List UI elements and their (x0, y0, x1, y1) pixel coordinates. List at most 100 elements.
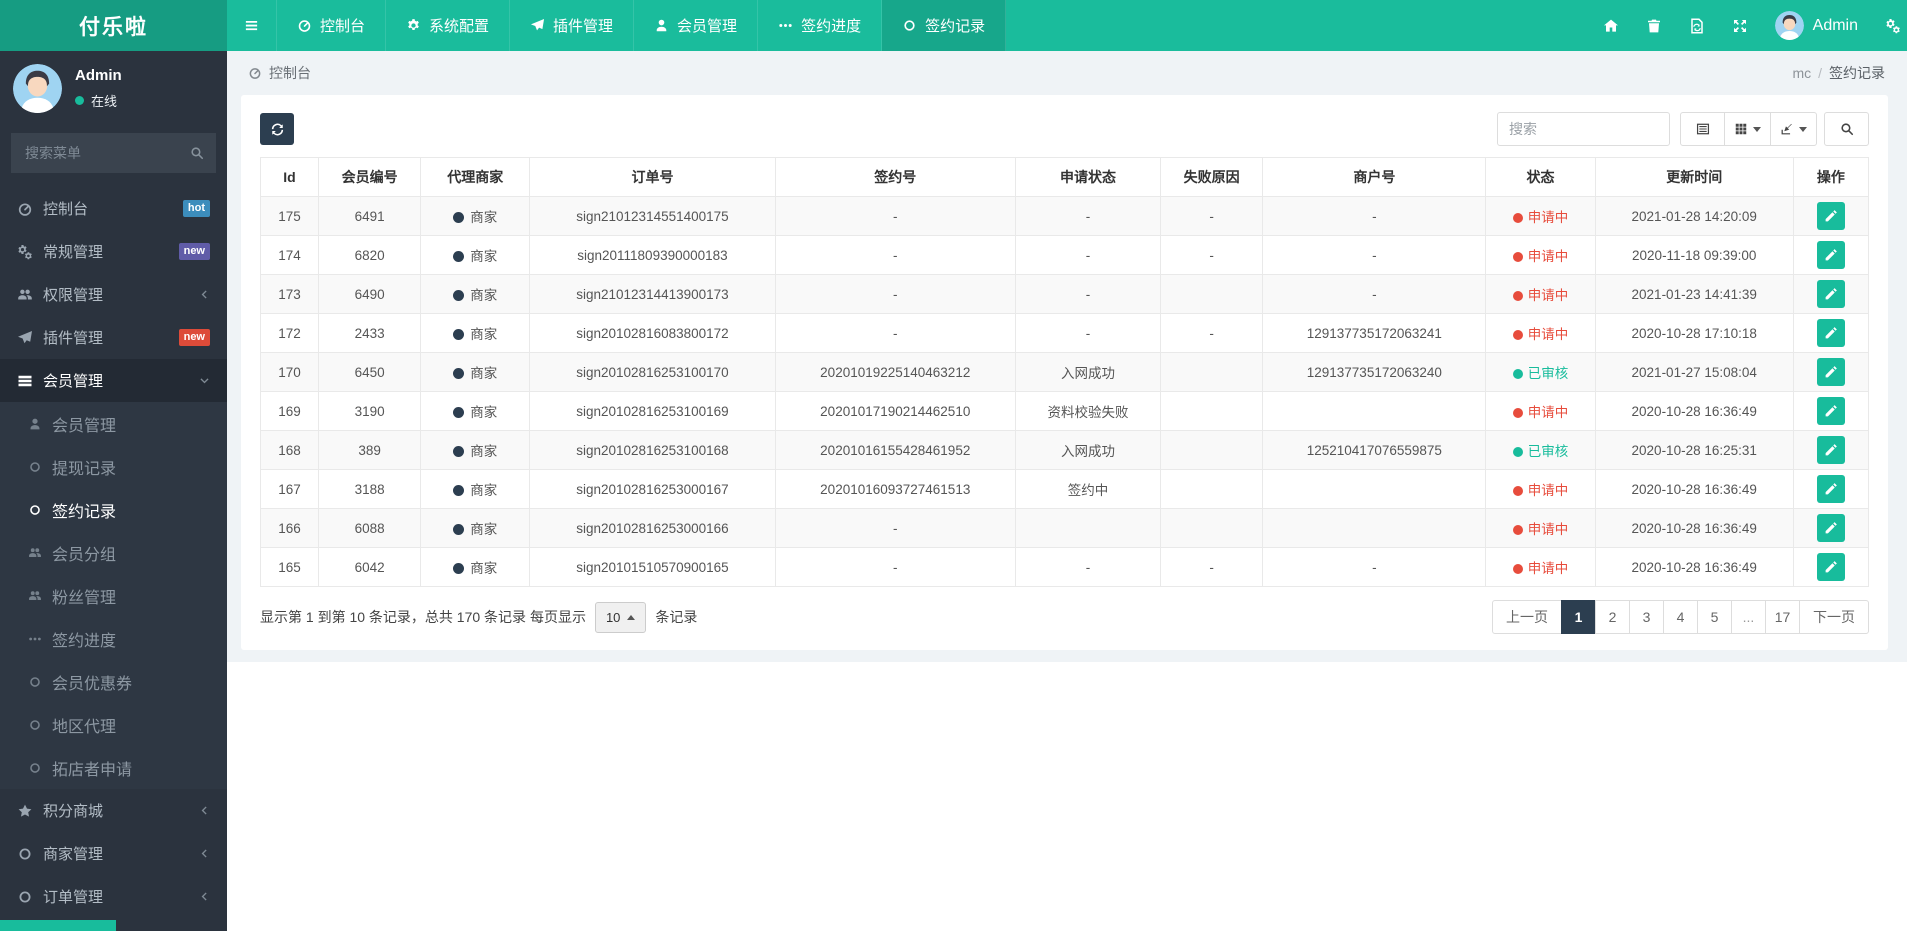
sidebar-item-member-coupons[interactable]: 会员优惠券 (0, 660, 227, 703)
cell-member-no: 3190 (318, 391, 422, 431)
nav-item-sign-records[interactable]: 签约记录 (882, 0, 1007, 51)
admin-menu[interactable]: Admin (1775, 11, 1858, 40)
page-size-select[interactable]: 10 (594, 601, 647, 633)
edit-button[interactable] (1816, 475, 1845, 503)
prev-page-button[interactable]: 上一页 (1492, 600, 1562, 634)
search-button[interactable] (1824, 112, 1869, 146)
sidebar-item-fans-manage[interactable]: 粉丝管理 (0, 574, 227, 617)
table-row[interactable]: 175 6491 商家 sign21012314551400175 - - - … (259, 196, 1870, 236)
nav-item-dashboard[interactable]: 控制台 (277, 0, 387, 51)
sidebar-item-label: 签约记录 (52, 503, 117, 521)
agent-dot-icon (453, 368, 465, 379)
col-sign-no[interactable]: 签约号 (774, 157, 1016, 197)
col-apply-status[interactable]: 申请状态 (1014, 157, 1162, 197)
menu-search-input[interactable] (23, 144, 182, 162)
export-button[interactable] (1770, 112, 1817, 146)
table-row[interactable]: 169 3190 商家 sign20102816253100169 202010… (259, 391, 1870, 431)
next-page-button[interactable]: 下一页 (1799, 600, 1869, 634)
gears-icon[interactable] (1885, 18, 1901, 34)
home-icon[interactable] (1603, 18, 1619, 34)
col-fail-reason[interactable]: 失败原因 (1160, 157, 1264, 197)
page-button-5[interactable]: 5 (1697, 600, 1732, 634)
table-row[interactable]: 168 389 商家 sign20102816253100168 2020101… (259, 430, 1870, 470)
breadcrumb-root[interactable]: mc (1792, 65, 1811, 81)
detail-view-button[interactable] (1680, 112, 1725, 146)
breadcrumb-title[interactable]: 控制台 (269, 63, 311, 83)
col-updated[interactable]: 更新时间 (1594, 157, 1794, 197)
sidebar: Admin 在线 控制台 hot 常规管理 new 权限管理 插件管理 new 会员管… (0, 51, 227, 931)
edit-button[interactable] (1816, 358, 1845, 386)
sidebar-item-region-agent[interactable]: 地区代理 (0, 703, 227, 746)
refresh-button[interactable] (260, 113, 294, 145)
sidebar-item-withdraw-records[interactable]: 提现记录 (0, 445, 227, 488)
nav-item-member-manage[interactable]: 会员管理 (634, 0, 759, 51)
table-toolbar (260, 112, 1869, 146)
sidebar-item-order-manage[interactable]: 订单管理 (0, 875, 227, 918)
sidebar-item-shop-developer-apply[interactable]: 拓店者申请 (0, 746, 227, 789)
table-search-input[interactable] (1497, 112, 1670, 146)
table-row[interactable]: 172 2433 商家 sign20102816083800172 - - - … (259, 313, 1870, 353)
table-row[interactable]: 166 6088 商家 sign20102816253000166 - 申请中 … (259, 508, 1870, 548)
export-icon (1780, 122, 1794, 136)
nav-item-system-config[interactable]: 系统配置 (386, 0, 511, 51)
cell-apply-status (1014, 508, 1162, 548)
expand-icon[interactable] (1732, 18, 1748, 34)
nav-item-sign-progress[interactable]: 签约进度 (758, 0, 883, 51)
edit-button[interactable] (1816, 319, 1845, 347)
brand-logo[interactable]: 付乐啦 (0, 0, 227, 51)
sidebar-item-member-manage-sub[interactable]: 会员管理 (0, 402, 227, 445)
summary-text: 显示第 1 到第 10 条记录，总共 170 条记录 每页显示 (260, 609, 586, 625)
sidebar-item-label: 权限管理 (43, 287, 104, 304)
sidebar-item-permission-manage[interactable]: 权限管理 (0, 273, 227, 316)
circle-icon (28, 460, 42, 474)
edit-button[interactable] (1816, 436, 1845, 464)
file-refresh-icon[interactable] (1689, 18, 1705, 34)
edit-button[interactable] (1816, 514, 1845, 542)
sidebar-item-sign-progress[interactable]: 签约进度 (0, 617, 227, 660)
columns-button[interactable] (1724, 112, 1771, 146)
sidebar-item-sign-records[interactable]: 签约记录 (0, 488, 227, 531)
page-button-3[interactable]: 3 (1629, 600, 1664, 634)
edit-button[interactable] (1816, 397, 1845, 425)
cell-member-no: 6042 (318, 547, 422, 587)
page-button-1[interactable]: 1 (1561, 600, 1596, 634)
sidebar-toggle-button[interactable] (227, 0, 277, 51)
nav-item-plugin-manage[interactable]: 插件管理 (510, 0, 635, 51)
col-id[interactable]: Id (259, 157, 320, 197)
sidebar-item-merchant-manage[interactable]: 商家管理 (0, 832, 227, 875)
col-order-no[interactable]: 订单号 (529, 157, 776, 197)
page-button-4[interactable]: 4 (1663, 600, 1698, 634)
table-row[interactable]: 174 6820 商家 sign20111809390000183 - - - … (259, 235, 1870, 275)
page-button-2[interactable]: 2 (1595, 600, 1630, 634)
col-merchant-no[interactable]: 商户号 (1262, 157, 1487, 197)
agent-dot-icon (453, 446, 465, 457)
sidebar-item-plugin-manage[interactable]: 插件管理 new (0, 316, 227, 359)
col-member-no[interactable]: 会员编号 (318, 157, 422, 197)
table-header-row: Id 会员编号 代理商家 订单号 签约号 申请状态 失败原因 商户号 状态 更新… (259, 157, 1870, 197)
sidebar-item-member-manage[interactable]: 会员管理 (0, 359, 227, 402)
sidebar-item-dashboard[interactable]: 控制台 hot (0, 187, 227, 230)
cell-order-no: sign20101510570900165 (529, 547, 776, 587)
edit-button[interactable] (1816, 202, 1845, 230)
table-row[interactable]: 165 6042 商家 sign20101510570900165 - - - … (259, 547, 1870, 587)
sidebar-item-label: 会员分组 (52, 546, 117, 564)
sidebar-item-member-groups[interactable]: 会员分组 (0, 531, 227, 574)
col-agent[interactable]: 代理商家 (420, 157, 531, 197)
cell-fail-reason (1160, 469, 1264, 509)
sidebar-item-points-mall[interactable]: 积分商城 (0, 789, 227, 832)
table-row[interactable]: 170 6450 商家 sign20102816253100170 202010… (259, 352, 1870, 392)
status-dot-icon (1512, 252, 1523, 262)
table-row[interactable]: 173 6490 商家 sign21012314413900173 - - - … (259, 274, 1870, 314)
edit-button[interactable] (1816, 280, 1845, 308)
cell-updated: 2021-01-28 14:20:09 (1594, 196, 1794, 236)
trash-icon[interactable] (1646, 18, 1662, 34)
table-row[interactable]: 167 3188 商家 sign20102816253000167 202010… (259, 469, 1870, 509)
edit-button[interactable] (1816, 553, 1845, 581)
col-status[interactable]: 状态 (1485, 157, 1596, 197)
edit-button[interactable] (1816, 241, 1845, 269)
sidebar-bottom-strip (0, 920, 116, 931)
cell-agent: 商家 (420, 274, 531, 314)
page-button-17[interactable]: 17 (1765, 600, 1800, 634)
menu-search-box (11, 133, 216, 173)
sidebar-item-general-manage[interactable]: 常规管理 new (0, 230, 227, 273)
